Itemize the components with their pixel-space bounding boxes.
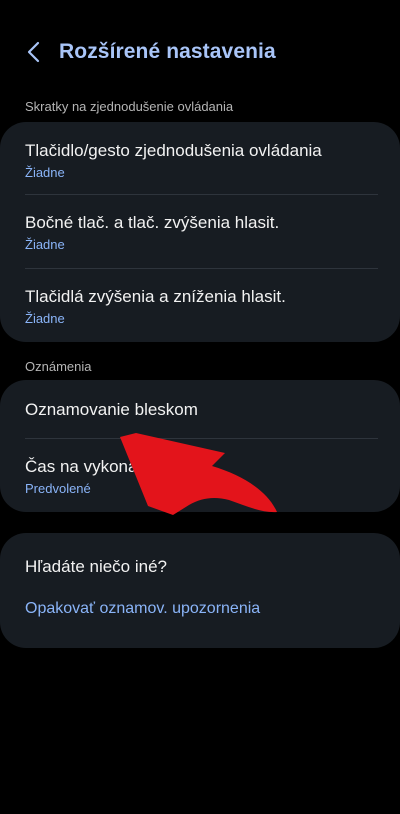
item-title: Tlačidlo/gesto zjednodušenia ovládania — [25, 141, 322, 160]
item-title: Čas na vykonanie akcie — [25, 457, 205, 476]
suggestions-content: Hľadáte niečo iné? Opakovať oznamov. upo… — [0, 533, 400, 618]
item-value: Žiadne — [25, 311, 65, 326]
item-title: Tlačidlá zvýšenia a zníženia hlasit. — [25, 287, 286, 306]
item-value: Žiadne — [25, 165, 65, 180]
section-label-notifications: Oznámenia — [25, 359, 92, 374]
shortcuts-card: Tlačidlo/gesto zjednodušenia ovládania Ž… — [0, 122, 400, 342]
list-item-time-to-take-action[interactable]: Čas na vykonanie akcie Predvolené — [0, 439, 400, 512]
list-item-accessibility-button[interactable]: Tlačidlo/gesto zjednodušenia ovládania Ž… — [0, 122, 400, 195]
chevron-left-icon — [27, 41, 40, 63]
item-value: Žiadne — [25, 237, 65, 252]
back-button[interactable] — [14, 32, 54, 72]
notifications-card: Oznamovanie bleskom Čas na vykonanie akc… — [0, 380, 400, 512]
page-title: Rozšírené nastavenia — [59, 40, 276, 63]
repeat-notification-alerts-link[interactable]: Opakovať oznamov. upozornenia — [25, 600, 375, 618]
app-bar: Rozšírené nastavenia — [0, 30, 400, 74]
suggestions-title: Hľadáte niečo iné? — [25, 557, 168, 576]
suggestions-card: Hľadáte niečo iné? Opakovať oznamov. upo… — [0, 533, 400, 648]
list-item-side-and-volume-up[interactable]: Bočné tlač. a tlač. zvýšenia hlasit. Žia… — [0, 195, 400, 269]
section-label-shortcuts: Skratky na zjednodušenie ovládania — [25, 99, 234, 114]
list-item-volume-up-and-down[interactable]: Tlačidlá zvýšenia a zníženia hlasit. Žia… — [0, 269, 400, 342]
item-title: Oznamovanie bleskom — [25, 400, 198, 419]
list-item-flash-notification[interactable]: Oznamovanie bleskom — [0, 380, 400, 439]
item-title: Bočné tlač. a tlač. zvýšenia hlasit. — [25, 213, 280, 232]
item-value: Predvolené — [25, 481, 91, 496]
